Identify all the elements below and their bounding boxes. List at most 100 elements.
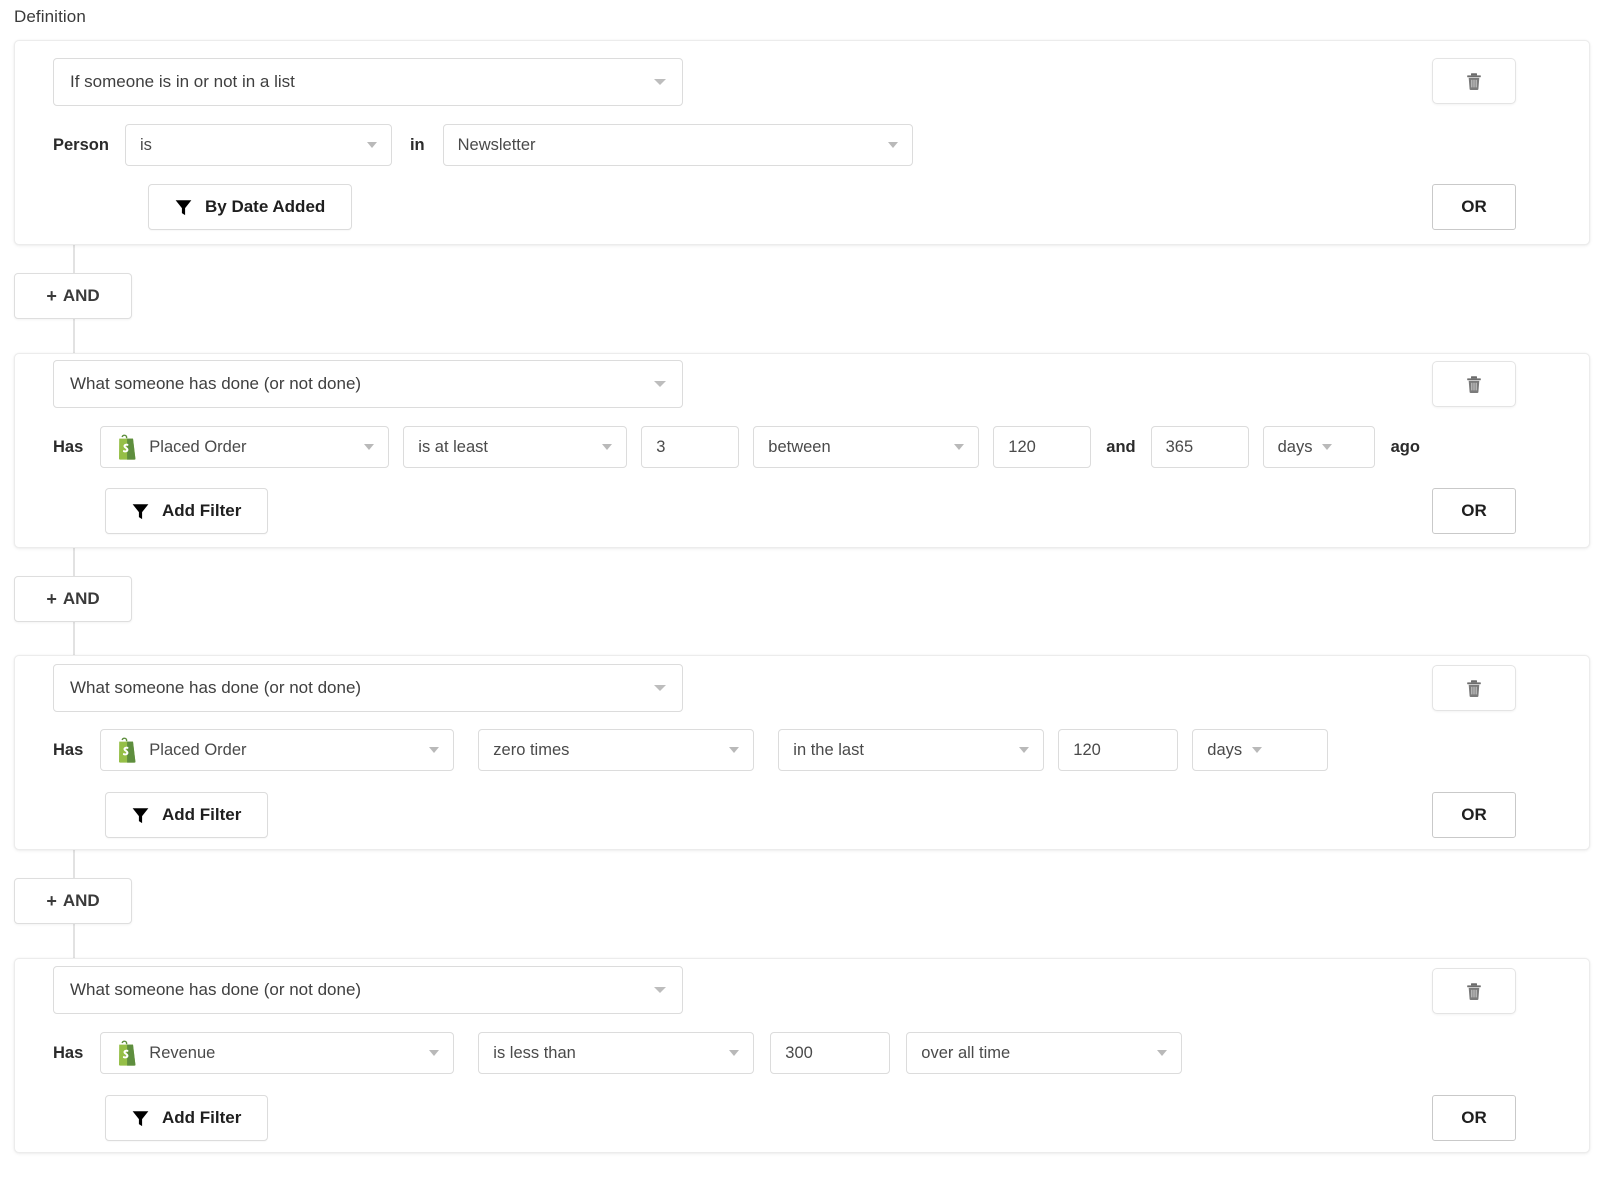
person-operator-label: is: [140, 136, 152, 155]
chevron-down-icon: [654, 987, 666, 993]
timeframe-select-2[interactable]: between: [753, 426, 979, 468]
count-input-2[interactable]: 3: [641, 426, 739, 468]
metric-condition-row-2: Has Placed Order is at least 3 betw: [53, 426, 1420, 468]
condition-type-label-4: What someone has done (or not done): [70, 980, 361, 1000]
list-label: Newsletter: [458, 136, 536, 155]
plus-icon: +: [46, 286, 57, 307]
plus-icon: +: [46, 891, 57, 912]
timeframe-select-4[interactable]: over all time: [906, 1032, 1182, 1074]
in-label: in: [410, 136, 425, 155]
add-filter-button-4[interactable]: Add Filter: [105, 1095, 268, 1141]
from-value-3: 120: [1073, 741, 1101, 760]
trash-icon: [1466, 375, 1482, 394]
timeframe-label-2: between: [768, 438, 830, 457]
funnel-icon: [175, 199, 192, 216]
or-button-1[interactable]: OR: [1432, 184, 1516, 230]
from-value-2: 120: [1008, 438, 1036, 457]
chevron-down-icon: [1157, 1050, 1167, 1056]
comparator-label-4: is less than: [493, 1044, 576, 1063]
condition-card-2: What someone has done (or not done) Has …: [14, 353, 1590, 548]
add-and-button-2[interactable]: + AND: [14, 576, 132, 622]
delete-condition-button-1[interactable]: [1432, 58, 1516, 104]
delete-condition-button-4[interactable]: [1432, 968, 1516, 1014]
has-label-3: Has: [53, 741, 83, 760]
condition-type-select-4[interactable]: What someone has done (or not done): [53, 966, 683, 1014]
comparator-select-4[interactable]: is less than: [478, 1032, 754, 1074]
condition-card-3: What someone has done (or not done) Has …: [14, 655, 1590, 850]
from-value-input-2[interactable]: 120: [993, 426, 1091, 468]
chevron-down-icon: [654, 685, 666, 691]
unit-select-2[interactable]: days: [1263, 426, 1375, 468]
comparator-label-2: is at least: [418, 438, 488, 457]
unit-select-3[interactable]: days: [1192, 729, 1328, 771]
person-label: Person: [53, 136, 109, 155]
add-filter-label-3: Add Filter: [162, 805, 241, 825]
plus-icon: +: [46, 589, 57, 610]
shopify-bag-icon: [115, 1040, 139, 1066]
chevron-down-icon: [429, 1050, 439, 1056]
funnel-icon: [132, 1110, 149, 1127]
or-button-3[interactable]: OR: [1432, 792, 1516, 838]
chevron-down-icon: [654, 381, 666, 387]
to-value-2: 365: [1166, 438, 1194, 457]
timeframe-select-3[interactable]: in the last: [778, 729, 1044, 771]
to-value-input-2[interactable]: 365: [1151, 426, 1249, 468]
metric-condition-row-3: Has Placed Order zero times in the last: [53, 729, 1328, 771]
person-condition-row: Person is in Newsletter: [53, 124, 913, 166]
funnel-icon: [132, 807, 149, 824]
person-operator-select[interactable]: is: [125, 124, 392, 166]
ago-word-2: ago: [1391, 438, 1420, 457]
and-label-2: AND: [63, 589, 100, 609]
has-label-2: Has: [53, 438, 83, 457]
add-and-button-3[interactable]: + AND: [14, 878, 132, 924]
condition-type-select-2[interactable]: What someone has done (or not done): [53, 360, 683, 408]
chevron-down-icon: [888, 142, 898, 148]
condition-type-select-3[interactable]: What someone has done (or not done): [53, 664, 683, 712]
add-filter-button-2[interactable]: Add Filter: [105, 488, 268, 534]
add-and-button-1[interactable]: + AND: [14, 273, 132, 319]
chevron-down-icon: [729, 747, 739, 753]
amount-input-4[interactable]: 300: [770, 1032, 890, 1074]
chevron-down-icon: [364, 444, 374, 450]
chevron-down-icon: [1252, 747, 1262, 753]
trash-icon: [1466, 679, 1482, 698]
metric-condition-row-4: Has Revenue is less than 300 over a: [53, 1032, 1182, 1074]
condition-type-select-1[interactable]: If someone is in or not in a list: [53, 58, 683, 106]
add-filter-button-3[interactable]: Add Filter: [105, 792, 268, 838]
delete-condition-button-3[interactable]: [1432, 665, 1516, 711]
chevron-down-icon: [367, 142, 377, 148]
or-button-2[interactable]: OR: [1432, 488, 1516, 534]
chevron-down-icon: [954, 444, 964, 450]
add-filter-label-2: Add Filter: [162, 501, 241, 521]
metric-select-3[interactable]: Placed Order: [100, 729, 454, 771]
metric-select-4[interactable]: Revenue: [100, 1032, 454, 1074]
condition-type-label-1: If someone is in or not in a list: [70, 72, 295, 92]
or-label-3: OR: [1461, 805, 1487, 825]
and-label-3: AND: [63, 891, 100, 911]
and-label-1: AND: [63, 286, 100, 306]
condition-card-1: If someone is in or not in a list Person…: [14, 40, 1590, 245]
or-label-4: OR: [1461, 1108, 1487, 1128]
chevron-down-icon: [654, 79, 666, 85]
or-label-1: OR: [1461, 197, 1487, 217]
from-value-input-3[interactable]: 120: [1058, 729, 1178, 771]
or-label-2: OR: [1461, 501, 1487, 521]
metric-select-2[interactable]: Placed Order: [100, 426, 389, 468]
unit-label-2: days: [1278, 438, 1313, 457]
chevron-down-icon: [1019, 747, 1029, 753]
trash-icon: [1466, 982, 1482, 1001]
list-select[interactable]: Newsletter: [443, 124, 913, 166]
metric-label-2: Placed Order: [149, 438, 246, 457]
timeframe-label-4: over all time: [921, 1044, 1010, 1063]
comparator-select-3[interactable]: zero times: [478, 729, 754, 771]
by-date-added-button[interactable]: By Date Added: [148, 184, 352, 230]
trash-icon: [1466, 72, 1482, 91]
comparator-label-3: zero times: [493, 741, 569, 760]
shopify-bag-icon: [115, 737, 139, 763]
delete-condition-button-2[interactable]: [1432, 361, 1516, 407]
metric-label-4: Revenue: [149, 1044, 215, 1063]
segment-definition-builder: Definition If someone is in or not in a …: [0, 0, 1600, 1194]
by-date-added-label: By Date Added: [205, 197, 325, 217]
comparator-select-2[interactable]: is at least: [403, 426, 627, 468]
or-button-4[interactable]: OR: [1432, 1095, 1516, 1141]
